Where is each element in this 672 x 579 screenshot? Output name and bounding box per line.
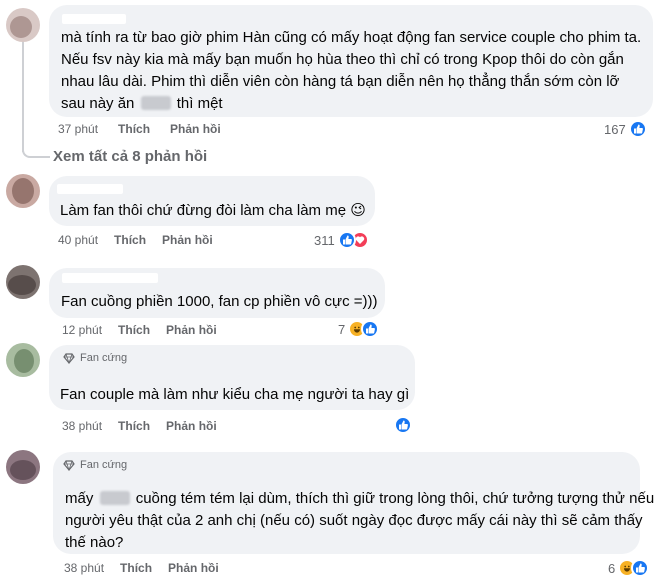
comment-time[interactable]: 38 phút <box>62 419 102 433</box>
reply-button[interactable]: Phản hồi <box>170 122 221 136</box>
comment-meta: 12 phút Thích Phản hồi <box>62 323 217 337</box>
thread-line-curve <box>22 150 50 158</box>
thread-line <box>22 40 24 152</box>
comment-meta: 38 phút Thích Phản hồi <box>64 561 219 575</box>
badge-label: Fan cứng <box>80 352 128 364</box>
comment-bubble: Fan cứng Fan couple mà làm như kiểu cha … <box>49 345 415 410</box>
comment-bubble: Fan cuồng phiền 1000, fan cp phiền vô cự… <box>49 268 385 318</box>
like-button[interactable]: Thích <box>118 122 150 136</box>
comment-time[interactable]: 12 phút <box>62 323 102 337</box>
commenter-name-redacted <box>62 14 126 24</box>
avatar[interactable] <box>6 174 40 208</box>
top-fan-badge: Fan cứng <box>63 352 127 364</box>
avatar[interactable] <box>6 343 40 377</box>
comment-text: Làm fan thôi chứ đừng đòi làm cha làm mẹ… <box>60 202 366 219</box>
like-reaction-icon <box>337 231 356 249</box>
reply-button[interactable]: Phản hồi <box>166 419 217 433</box>
reply-button[interactable]: Phản hồi <box>166 323 217 337</box>
comment-text: Fan cuồng phiền 1000, fan cp phiền vô cự… <box>61 293 378 310</box>
like-reaction-icon <box>631 559 650 577</box>
comment-time[interactable]: 37 phút <box>58 122 98 136</box>
reaction-count: 311 <box>314 232 335 248</box>
diamond-icon <box>63 459 75 471</box>
like-reaction-icon <box>361 320 380 338</box>
comment-bubble: Fan cứng mấy cuồng tém tém lại dùm, thíc… <box>53 452 654 554</box>
like-reaction-icon <box>394 416 412 434</box>
comment-text: Fan couple mà làm như kiểu cha mẹ người … <box>60 386 410 403</box>
top-fan-badge: Fan cứng <box>63 459 127 471</box>
avatar[interactable] <box>6 265 40 299</box>
comment-bubble: mà tính ra từ bao giờ phim Hàn cũng có m… <box>49 5 653 117</box>
like-button[interactable]: Thích <box>118 419 150 433</box>
diamond-icon <box>63 352 75 364</box>
reaction-summary[interactable]: 6 <box>608 559 650 577</box>
redacted-word <box>99 491 130 505</box>
comment-meta: 40 phút Thích Phản hồi <box>58 233 213 247</box>
reaction-count: 167 <box>604 121 626 137</box>
reaction-count: 6 <box>608 560 616 576</box>
comment-time[interactable]: 38 phút <box>64 561 104 575</box>
comment-meta: 37 phút Thích Phản hồi <box>58 122 221 136</box>
like-reaction-icon <box>628 120 647 138</box>
commenter-name-redacted <box>57 184 123 194</box>
reaction-summary[interactable]: 7 <box>338 320 380 338</box>
reaction-summary[interactable]: 311 <box>314 231 369 249</box>
reaction-summary[interactable]: 167 <box>604 120 647 138</box>
avatar[interactable] <box>6 450 40 484</box>
like-button[interactable]: Thích <box>120 561 152 575</box>
avatar[interactable] <box>6 8 40 42</box>
comment-bubble: Làm fan thôi chứ đừng đòi làm cha làm mẹ… <box>49 176 375 226</box>
reaction-count: 7 <box>338 321 346 337</box>
reply-button[interactable]: Phản hồi <box>168 561 219 575</box>
reaction-summary[interactable] <box>394 416 412 434</box>
reply-button[interactable]: Phản hồi <box>162 233 213 247</box>
comment-text: mấy cuồng tém tém lại dùm, thích thì giữ… <box>65 490 655 551</box>
badge-label: Fan cứng <box>80 459 128 471</box>
comment-meta: 38 phút Thích Phản hồi <box>62 419 217 433</box>
like-button[interactable]: Thích <box>114 233 146 247</box>
like-button[interactable]: Thích <box>118 323 150 337</box>
commenter-name-redacted <box>62 273 158 283</box>
comment-time[interactable]: 40 phút <box>58 233 98 247</box>
view-all-replies-link[interactable]: Xem tất cả 8 phản hồi <box>53 148 207 165</box>
comment-text: mà tính ra từ bao giờ phim Hàn cũng có m… <box>61 29 642 112</box>
redacted-word <box>140 96 171 110</box>
